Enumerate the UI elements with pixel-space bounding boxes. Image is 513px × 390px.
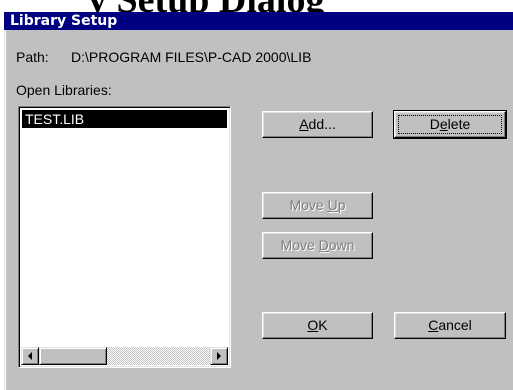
open-libraries-label: Open Libraries: — [16, 82, 112, 98]
right-arrow-icon — [217, 352, 221, 360]
focus-rectangle: Delete — [398, 115, 502, 134]
move-up-button[interactable]: Move Up — [262, 192, 373, 219]
left-arrow-icon — [28, 352, 32, 360]
ok-button[interactable]: OK — [262, 312, 373, 339]
scrollbar-thumb[interactable] — [39, 347, 107, 365]
library-setup-dialog: Library Setup Path: D:\PROGRAM FILES\P-C… — [4, 12, 513, 390]
cancel-button[interactable]: Cancel — [394, 312, 506, 339]
move-down-button[interactable]: Move Down — [262, 232, 373, 259]
path-value: D:\PROGRAM FILES\P-CAD 2000\LIB — [71, 49, 312, 65]
horizontal-scrollbar[interactable] — [21, 347, 228, 365]
list-item[interactable]: TEST.LIB — [22, 110, 227, 128]
add-button[interactable]: Add... — [262, 111, 373, 138]
scroll-right-button[interactable] — [210, 347, 228, 365]
title-bar: Library Setup — [4, 12, 513, 30]
scroll-left-button[interactable] — [21, 347, 39, 365]
dialog-title: Library Setup — [10, 13, 118, 29]
path-label: Path: — [16, 49, 49, 65]
open-libraries-list[interactable]: TEST.LIB — [18, 106, 231, 368]
delete-button[interactable]: Delete — [393, 110, 507, 139]
